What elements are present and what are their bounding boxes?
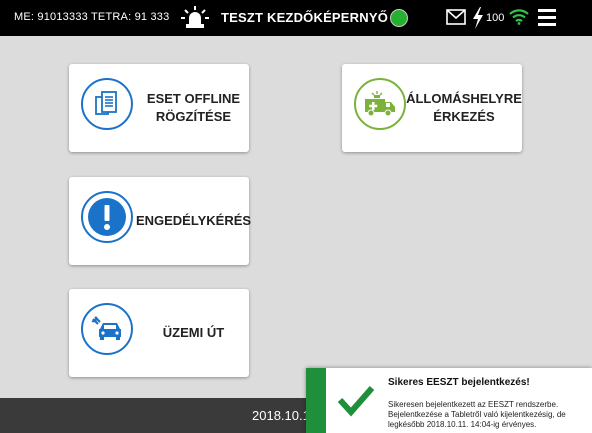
allomashelyre-erkezes-button[interactable]: ÁLLOMÁSHELYRE ÉRKEZÉS [342, 64, 522, 152]
document-list-icon [81, 78, 133, 130]
checkmark-icon [336, 380, 376, 425]
eset-offline-label: ESET OFFLINE RÖGZÍTÉSE [146, 91, 241, 124]
eset-offline-button[interactable]: ESET OFFLINE RÖGZÍTÉSE [69, 64, 249, 152]
uzemi-ut-button[interactable]: ÜZEMI ÚT [69, 289, 249, 377]
engedelykeres-button[interactable]: ENGEDÉLYKÉRÉS [69, 177, 252, 265]
toast-accent-stripe [306, 368, 326, 433]
siren-icon [180, 5, 210, 36]
allomashelyre-erkezes-label: ÁLLOMÁSHELYRE ÉRKEZÉS [406, 91, 522, 124]
battery-level: 100 [486, 12, 505, 24]
unit-id-label: ME: 91013333 TETRA: 91 333 [14, 11, 170, 23]
engedelykeres-label: ENGEDÉLYKÉRÉS [135, 213, 252, 228]
ambulance-icon [354, 78, 406, 130]
uzemi-ut-label: ÜZEMI ÚT [162, 325, 225, 340]
date-display: 2018.10.1 [252, 408, 310, 423]
toast-message: Sikeresen bejelentkezett az EESZT rendsz… [388, 400, 566, 429]
wifi-icon [509, 9, 529, 30]
mail-icon[interactable] [446, 9, 466, 30]
login-success-toast[interactable]: Sikeres EESZT bejelentkezés! Sikeresen b… [306, 368, 592, 433]
top-bar: ME: 91013333 TETRA: 91 333 TESZT KEZDŐKÉ… [0, 0, 592, 36]
status-indicator[interactable] [390, 9, 408, 27]
warning-icon [81, 191, 133, 243]
screen-title: TESZT KEZDŐKÉPERNYŐ [221, 10, 389, 25]
bolt-icon [472, 7, 484, 34]
car-service-icon [81, 303, 133, 355]
menu-icon[interactable] [538, 9, 556, 31]
toast-title: Sikeres EESZT bejelentkezés! [388, 377, 530, 388]
